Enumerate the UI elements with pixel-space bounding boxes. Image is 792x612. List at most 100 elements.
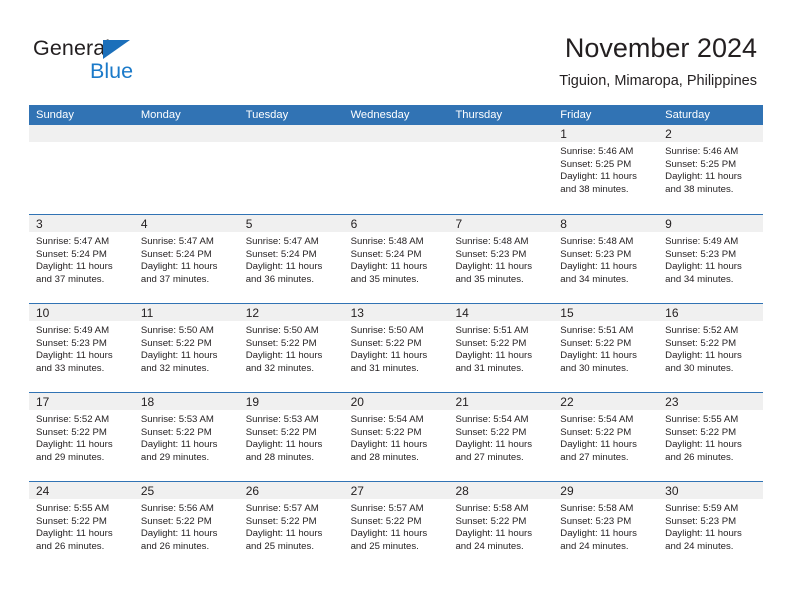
calendar-week-row: 1 Sunrise: 5:46 AM Sunset: 5:25 PM Daylight…	[29, 125, 764, 214]
weekday-header-wednesday: Wednesday	[350, 109, 410, 121]
day-number: 4	[140, 217, 148, 231]
calendar-day-cell[interactable]: 3 Sunrise: 5:47 AM Sunset: 5:24 PM Daylight…	[29, 215, 134, 303]
calendar-day-cell[interactable]: 15 Sunrise: 5:51 AM Sunset: 5:22 PM Dayligh…	[553, 304, 659, 392]
calendar-week-row: 17 Sunrise: 5:52 AM Sunset: 5:22 PM Dayligh…	[29, 392, 764, 481]
calendar-day-cell[interactable]: 26 Sunrise: 5:57 AM Sunset: 5:22 PM Dayligh…	[238, 482, 344, 570]
daylight-text-line1: Daylight: 11 hours	[560, 261, 637, 273]
sunrise-text: Sunrise: 5:48 AM	[350, 236, 424, 247]
calendar-day-cell[interactable]: 2 Sunrise: 5:46 AM Sunset: 5:25 PM Daylight…	[658, 125, 764, 214]
daylight-text-line2: and 29 minutes.	[140, 451, 210, 463]
calendar-day-cell[interactable]: 14 Sunrise: 5:51 AM Sunset: 5:22 PM Dayligh…	[448, 304, 554, 392]
sunset-text: Sunset: 5:22 PM	[350, 515, 422, 527]
day-number-band	[133, 125, 239, 142]
day-number: 24	[36, 484, 50, 498]
weekday-header-friday: Friday	[560, 109, 592, 121]
day-number: 1	[560, 127, 567, 141]
calendar-weeks: 1 Sunrise: 5:46 AM Sunset: 5:25 PM Daylight…	[29, 125, 764, 570]
day-sun-info: Sunrise: 5:55 AM Sunset: 5:22 PM Daylight:…	[658, 410, 763, 464]
day-number: 16	[665, 306, 679, 320]
page-title: November 2024	[564, 33, 757, 63]
weekday-header-thursday: Thursday	[455, 109, 503, 121]
daylight-text-line2: and 26 minutes.	[36, 540, 105, 552]
day-number: 10	[36, 306, 50, 320]
calendar-day-cell[interactable]: 29 Sunrise: 5:58 AM Sunset: 5:23 PM Dayligh…	[553, 482, 659, 570]
day-sun-info: Sunrise: 5:54 AM Sunset: 5:22 PM Daylight:…	[344, 410, 449, 464]
sunrise-text: Sunrise: 5:51 AM	[560, 325, 634, 336]
day-sun-info: Sunrise: 5:54 AM Sunset: 5:22 PM Daylight:…	[553, 410, 658, 464]
calendar-day-cell[interactable]: 24 Sunrise: 5:55 AM Sunset: 5:22 PM Dayligh…	[29, 482, 134, 570]
day-number: 21	[455, 395, 469, 409]
day-sun-info: Sunrise: 5:52 AM Sunset: 5:22 PM Daylight:…	[29, 410, 134, 464]
sunset-text: Sunset: 5:22 PM	[560, 337, 632, 349]
daylight-text-line2: and 24 minutes.	[560, 540, 629, 552]
daylight-text-line2: and 34 minutes.	[665, 273, 734, 285]
calendar-day-cell[interactable]: 9 Sunrise: 5:49 AM Sunset: 5:23 PM Daylight…	[658, 215, 764, 303]
daylight-text-line2: and 38 minutes.	[665, 183, 734, 195]
sunset-text: Sunset: 5:22 PM	[350, 337, 422, 349]
sunrise-text: Sunrise: 5:58 AM	[455, 503, 529, 514]
sunrise-text: Sunrise: 5:54 AM	[455, 414, 529, 425]
calendar-day-cell[interactable]: 7 Sunrise: 5:48 AM Sunset: 5:23 PM Daylight…	[448, 215, 554, 303]
calendar-day-cell[interactable]: 13 Sunrise: 5:50 AM Sunset: 5:22 PM Dayligh…	[343, 304, 449, 392]
calendar-day-cell[interactable]: 30 Sunrise: 5:59 AM Sunset: 5:23 PM Dayligh…	[658, 482, 764, 570]
day-number: 7	[455, 217, 463, 231]
day-sun-info: Sunrise: 5:46 AM Sunset: 5:25 PM Daylight:…	[553, 142, 658, 196]
daylight-text-line2: and 25 minutes.	[245, 540, 314, 552]
day-number: 18	[140, 395, 155, 409]
daylight-text-line1: Daylight: 11 hours	[140, 261, 218, 273]
sunrise-text: Sunrise: 5:55 AM	[36, 503, 110, 514]
calendar-day-cell[interactable]: 8 Sunrise: 5:48 AM Sunset: 5:23 PM Daylight…	[553, 215, 659, 303]
sunrise-text: Sunrise: 5:57 AM	[245, 503, 319, 514]
calendar-day-cell[interactable]: 17 Sunrise: 5:52 AM Sunset: 5:22 PM Dayligh…	[29, 393, 134, 481]
daylight-text-line1: Daylight: 11 hours	[665, 261, 742, 273]
calendar-day-cell[interactable]: 16 Sunrise: 5:52 AM Sunset: 5:22 PM Dayligh…	[658, 304, 764, 392]
calendar-day-cell[interactable]: 4 Sunrise: 5:47 AM Sunset: 5:24 PM Daylight…	[133, 215, 239, 303]
calendar-day-cell[interactable]: 27 Sunrise: 5:57 AM Sunset: 5:22 PM Dayligh…	[343, 482, 449, 570]
calendar-day-cell[interactable]: 11 Sunrise: 5:50 AM Sunset: 5:22 PM Dayligh…	[133, 304, 239, 392]
day-number-band: 29	[553, 482, 659, 499]
day-number-band	[343, 125, 449, 142]
calendar-day-cell[interactable]: 5 Sunrise: 5:47 AM Sunset: 5:24 PM Daylight…	[238, 215, 344, 303]
sunset-text: Sunset: 5:22 PM	[350, 426, 422, 438]
weekday-header-sunday: Sunday	[36, 109, 74, 121]
calendar-day-cell[interactable]: 20 Sunrise: 5:54 AM Sunset: 5:22 PM Dayligh…	[343, 393, 449, 481]
calendar-day-cell[interactable]: 25 Sunrise: 5:56 AM Sunset: 5:22 PM Dayligh…	[133, 482, 239, 570]
day-number: 13	[350, 306, 364, 320]
day-sun-info: Sunrise: 5:46 AM Sunset: 5:25 PM Daylight:…	[658, 142, 763, 196]
sunset-text: Sunset: 5:23 PM	[36, 337, 107, 349]
day-sun-info: Sunrise: 5:49 AM Sunset: 5:23 PM Daylight:…	[658, 232, 763, 286]
day-number-band: 23	[658, 393, 764, 410]
day-sun-info: Sunrise: 5:57 AM Sunset: 5:22 PM Daylight:…	[239, 499, 344, 553]
day-number: 3	[36, 217, 43, 231]
calendar-day-cell[interactable]: 19 Sunrise: 5:53 AM Sunset: 5:22 PM Dayligh…	[238, 393, 344, 481]
calendar-day-cell-empty	[29, 125, 134, 214]
sunset-text: Sunset: 5:23 PM	[665, 515, 737, 527]
day-sun-info: Sunrise: 5:58 AM Sunset: 5:22 PM Daylight:…	[448, 499, 553, 553]
daylight-text-line1: Daylight: 11 hours	[560, 439, 637, 451]
calendar-day-cell[interactable]: 21 Sunrise: 5:54 AM Sunset: 5:22 PM Dayligh…	[448, 393, 554, 481]
calendar-day-cell[interactable]: 6 Sunrise: 5:48 AM Sunset: 5:24 PM Daylight…	[343, 215, 449, 303]
calendar-day-cell[interactable]: 22 Sunrise: 5:54 AM Sunset: 5:22 PM Dayligh…	[553, 393, 659, 481]
general-blue-logo[interactable]: General Blue	[33, 36, 173, 86]
daylight-text-line1: Daylight: 11 hours	[455, 350, 533, 362]
daylight-text-line1: Daylight: 11 hours	[455, 261, 533, 273]
calendar-day-cell[interactable]: 18 Sunrise: 5:53 AM Sunset: 5:22 PM Dayligh…	[133, 393, 239, 481]
sunset-text: Sunset: 5:22 PM	[455, 337, 527, 349]
calendar-day-cell[interactable]: 10 Sunrise: 5:49 AM Sunset: 5:23 PM Dayligh…	[29, 304, 134, 392]
calendar-day-cell[interactable]: 28 Sunrise: 5:58 AM Sunset: 5:22 PM Dayligh…	[448, 482, 554, 570]
calendar-day-cell[interactable]: 1 Sunrise: 5:46 AM Sunset: 5:25 PM Daylight…	[553, 125, 659, 214]
sunrise-text: Sunrise: 5:51 AM	[455, 325, 529, 336]
day-number-band: 10	[29, 304, 134, 321]
daylight-text-line2: and 24 minutes.	[665, 540, 734, 552]
sunset-text: Sunset: 5:25 PM	[665, 158, 737, 170]
calendar-grid: Sunday Monday Tuesday Wednesday Thursday Frid…	[29, 105, 764, 570]
sunrise-text: Sunrise: 5:48 AM	[560, 236, 634, 247]
sunset-text: Sunset: 5:22 PM	[140, 337, 212, 349]
page-subtitle: Tiguion, Mimaropa, Philippines	[559, 73, 757, 89]
calendar-week-row: 10 Sunrise: 5:49 AM Sunset: 5:23 PM Dayligh…	[29, 303, 764, 392]
calendar-day-cell[interactable]: 23 Sunrise: 5:55 AM Sunset: 5:22 PM Dayligh…	[658, 393, 764, 481]
calendar-day-cell-empty	[238, 125, 344, 214]
calendar-day-cell[interactable]: 12 Sunrise: 5:50 AM Sunset: 5:22 PM Dayligh…	[238, 304, 344, 392]
daylight-text-line1: Daylight: 11 hours	[455, 439, 533, 451]
sunset-text: Sunset: 5:23 PM	[665, 248, 737, 260]
